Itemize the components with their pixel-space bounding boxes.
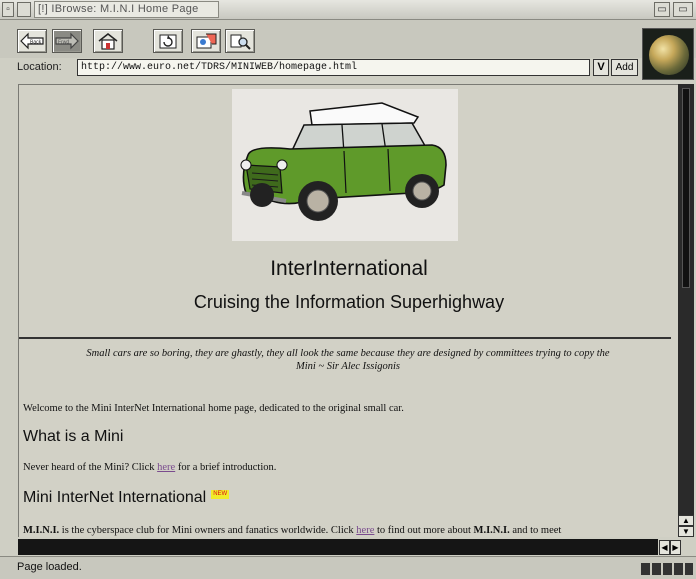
horizontal-scrollbar[interactable] — [18, 539, 658, 555]
activity-globe-icon[interactable] — [642, 28, 694, 80]
club-text-mid: to find out more about — [374, 525, 474, 536]
globe-orb — [649, 35, 689, 75]
page-tagline: Cruising the Information Superhighway — [193, 292, 505, 312]
mini-bold-1: M.I.N.I. — [23, 525, 60, 536]
search-icon — [230, 34, 251, 50]
mini-car-illustration — [240, 102, 447, 221]
scroll-up-button[interactable]: ▲ — [678, 515, 694, 526]
status-bar: Page loaded. — [0, 556, 696, 579]
window-title: [!] IBrowse: M.I.N.I Home Page — [38, 3, 199, 15]
scroll-down-button[interactable]: ▼ — [678, 526, 694, 537]
reload-icon — [159, 34, 177, 49]
depth-button[interactable]: ▭ — [673, 2, 693, 17]
intro-text-pre: Never heard of the Mini? Click — [23, 462, 158, 473]
svg-text:Frwd: Frwd — [58, 40, 69, 46]
club-text-pre: is the cyberspace club for Mini owners a… — [59, 525, 357, 536]
resize-grip-icon[interactable] — [641, 563, 693, 575]
home-icon — [98, 33, 118, 50]
scroll-left-button[interactable]: ◀ — [659, 540, 670, 555]
quote-line-1: Small cars are so boring, they are ghast… — [86, 348, 610, 359]
intro-here-link[interactable]: here — [157, 462, 175, 473]
status-text: Page loaded. — [17, 561, 82, 573]
location-label: Location: — [17, 61, 62, 73]
forward-arrow-icon: Frwd — [55, 32, 79, 50]
heading-what-is-a-mini: What is a Mini — [23, 428, 124, 445]
title-bar: ▫ [!] IBrowse: M.I.N.I Home Page ▭ ▭ — [0, 0, 696, 20]
close-button[interactable]: ▫ — [2, 2, 14, 17]
intro-text-post: for a brief introduction. — [175, 462, 277, 473]
club-here-link[interactable]: here — [356, 525, 374, 536]
location-bar: Location: http://www.euro.net/TDRS/MINIW… — [0, 58, 640, 78]
reload-button[interactable] — [153, 29, 183, 53]
back-arrow-icon: Back — [20, 32, 44, 50]
horizontal-rule — [19, 337, 671, 339]
issigonis-quote: Small cars are so boring, they are ghast… — [25, 347, 671, 373]
club-paragraph: M.I.N.I. is the cyberspace club for Mini… — [23, 525, 561, 536]
toolbar: Back Frwd — [0, 20, 696, 58]
back-button[interactable]: Back — [17, 29, 47, 53]
heading-mini-internet-international: Mini InterNet International NEW — [23, 489, 230, 507]
home-button[interactable] — [93, 29, 123, 53]
images-button[interactable] — [191, 29, 221, 53]
club-text-post: and to meet — [509, 525, 562, 536]
add-hotlist-button[interactable]: Add — [611, 59, 638, 76]
vertical-scroll-thumb[interactable] — [682, 88, 690, 288]
vertical-scrollbar[interactable] — [678, 84, 694, 537]
svg-text:Back: Back — [30, 40, 42, 46]
section-heading-text: Mini InterNet International — [23, 489, 207, 506]
mini-bold-2: M.I.N.I. — [473, 525, 510, 536]
page-content: InterInternational Cruising the Informat… — [18, 84, 678, 537]
forward-button[interactable]: Frwd — [52, 29, 82, 53]
scroll-right-button[interactable]: ▶ — [670, 540, 681, 555]
history-dropdown-button[interactable]: V — [593, 59, 609, 76]
find-button[interactable] — [225, 29, 255, 53]
image-load-icon — [196, 33, 217, 49]
quote-line-2: Mini ~ Sir Alec Issigonis — [295, 361, 401, 372]
new-badge: NEW — [211, 490, 230, 499]
intro-paragraph: Never heard of the Mini? Click here for … — [23, 462, 276, 473]
mini-car-image — [232, 89, 458, 241]
zoom-button[interactable]: ▭ — [654, 2, 670, 17]
welcome-text: Welcome to the Mini InterNet Internation… — [23, 403, 404, 414]
page-title: InterInternational — [270, 257, 428, 280]
window-menu-button[interactable] — [17, 2, 31, 17]
url-input[interactable]: http://www.euro.net/TDRS/MINIWEB/homepag… — [77, 59, 590, 76]
